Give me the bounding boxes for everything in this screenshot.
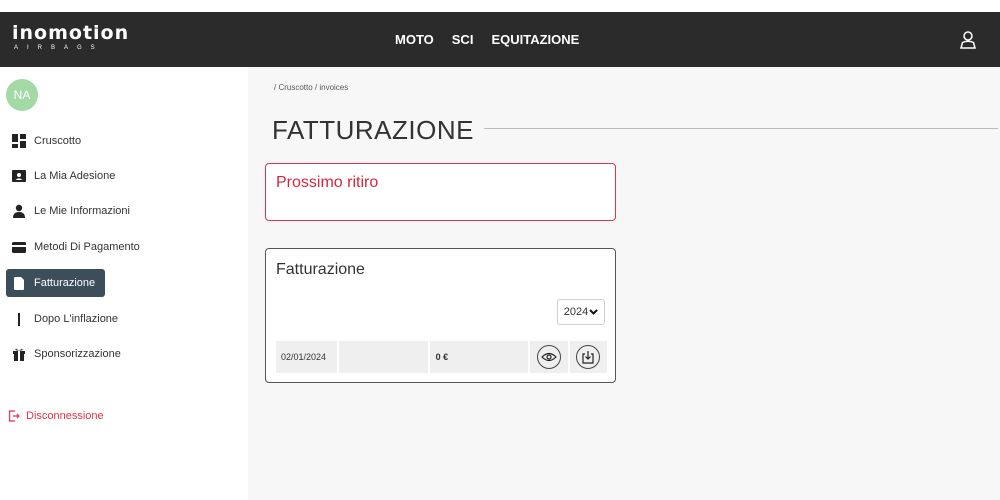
sidebar-item-cruscotto[interactable]: Cruscotto xyxy=(6,127,87,155)
sidebar-item-pagamento[interactable]: Metodi Di Pagamento xyxy=(6,233,146,261)
sidebar-item-label: Dopo L'inflazione xyxy=(34,313,119,325)
sidebar-item-label: Fatturazione xyxy=(34,277,96,289)
main-nav: MOTO SCI EQUITAZIONE xyxy=(395,12,579,67)
invoice-amount: 0 € xyxy=(429,341,529,373)
sidebar-item-adesione[interactable]: La Mia Adesione xyxy=(6,162,121,190)
next-pickup-card: Prossimo ritiro xyxy=(265,163,616,221)
nav-item-sci[interactable]: SCI xyxy=(452,32,474,47)
logo-main-text: inomotion xyxy=(12,22,130,44)
eye-icon xyxy=(541,352,557,362)
year-select[interactable]: 2024 xyxy=(557,299,605,325)
download-invoice-button[interactable] xyxy=(576,345,601,369)
view-cell xyxy=(530,341,568,373)
document-icon xyxy=(12,276,26,290)
invoice-date: 02/01/2024 xyxy=(276,341,338,373)
invoices-card: Fatturazione 2024 02/01/2024 0 € xyxy=(265,248,616,383)
sidebar-item-label: Sponsorizzazione xyxy=(34,348,121,360)
download-icon xyxy=(582,351,594,364)
nav-item-moto[interactable]: MOTO xyxy=(395,32,434,47)
top-strip xyxy=(0,0,1000,12)
title-divider xyxy=(484,128,998,129)
membership-card-icon xyxy=(12,169,26,183)
download-cell xyxy=(569,341,607,373)
logout-icon xyxy=(8,410,20,422)
sidebar-item-informazioni[interactable]: Le Mie Informazioni xyxy=(6,197,136,225)
sidebar-item-fatturazione[interactable]: Fatturazione xyxy=(6,269,106,297)
invoices-title: Fatturazione xyxy=(276,261,365,278)
bar-icon xyxy=(12,312,26,326)
gift-icon xyxy=(12,347,26,361)
sidebar-item-sponsorizzazione[interactable]: Sponsorizzazione xyxy=(6,340,127,368)
sidebar-item-label: Metodi Di Pagamento xyxy=(34,241,140,253)
next-pickup-title: Prossimo ritiro xyxy=(276,174,379,191)
logo-sub-text: AIRBAGS xyxy=(14,45,104,51)
sidebar-item-inflazione[interactable]: Dopo L'inflazione xyxy=(6,305,124,333)
nav-item-equitazione[interactable]: EQUITAZIONE xyxy=(491,32,579,47)
sidebar-item-label: La Mia Adesione xyxy=(34,170,116,182)
invoice-blank-cell xyxy=(339,341,428,373)
sidebar-item-label: Le Mie Informazioni xyxy=(34,205,130,217)
dashboard-icon xyxy=(12,134,26,148)
user-icon xyxy=(12,204,26,218)
chevron-down-icon xyxy=(589,309,598,315)
avatar[interactable]: NA xyxy=(6,79,38,111)
logout-button[interactable]: Disconnessione xyxy=(8,410,104,422)
breadcrumb[interactable]: / Cruscotto / invoices xyxy=(274,83,348,92)
page-title: FATTURAZIONE xyxy=(272,115,474,145)
year-select-value: 2024 xyxy=(563,306,589,318)
sidebar: NA Cruscotto La Mia Adesione Le Mie Info… xyxy=(0,67,248,500)
top-header: inomotion AIRBAGS MOTO SCI EQUITAZIONE xyxy=(0,12,1000,67)
table-row: 02/01/2024 0 € xyxy=(276,341,607,373)
credit-card-icon xyxy=(12,240,26,254)
account-icon[interactable] xyxy=(957,29,979,51)
logout-label: Disconnessione xyxy=(26,410,104,422)
view-invoice-button[interactable] xyxy=(536,345,561,369)
sidebar-item-label: Cruscotto xyxy=(34,135,82,147)
brand-logo[interactable]: inomotion AIRBAGS xyxy=(12,22,142,58)
main-content: / Cruscotto / invoices FATTURAZIONE Pros… xyxy=(248,67,1000,500)
